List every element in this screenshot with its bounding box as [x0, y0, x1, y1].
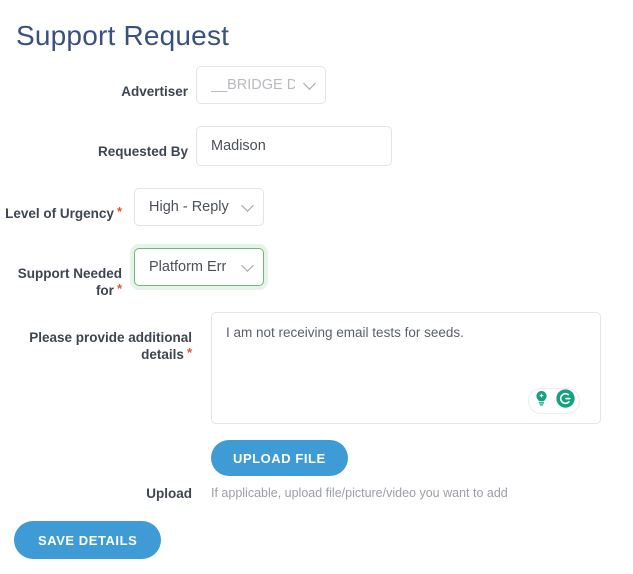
required-indicator: *	[116, 281, 122, 296]
support-needed-label: Support Needed for *	[17, 266, 122, 298]
details-textarea[interactable]: I am not receiving email tests for seeds…	[211, 312, 601, 424]
advertiser-label: Advertiser	[121, 84, 188, 99]
support-request-form: Support Request Advertiser __BRIDGE D Re…	[0, 0, 633, 574]
requested-by-control: Madison	[196, 126, 392, 166]
upload-control: UPLOAD FILE If applicable, upload file/p…	[211, 440, 601, 501]
required-indicator: *	[116, 204, 122, 219]
chevron-down-icon	[303, 77, 316, 90]
support-needed-control: Platform Err	[134, 248, 264, 286]
form-row-advertiser: Advertiser __BRIDGE D	[0, 66, 633, 104]
chevron-down-icon	[241, 259, 254, 272]
upload-label: Upload	[146, 486, 192, 501]
page-title: Support Request	[16, 20, 230, 51]
lightbulb-idea-icon[interactable]	[532, 389, 551, 413]
advertiser-select[interactable]: __BRIDGE D	[196, 66, 326, 104]
advertiser-control: __BRIDGE D	[196, 66, 326, 104]
urgency-select-value: High - Reply	[149, 199, 229, 215]
form-row-details: Please provide additional details * I am …	[0, 312, 633, 424]
form-row-support-needed: Support Needed for * Platform Err	[0, 248, 633, 299]
details-label: Please provide additional details *	[29, 330, 192, 362]
details-control: I am not receiving email tests for seeds…	[211, 312, 601, 424]
urgency-control: High - Reply	[134, 188, 264, 226]
upload-help-text: If applicable, upload file/picture/video…	[211, 486, 508, 500]
form-row-urgency: Level of Urgency * High - Reply	[0, 188, 633, 226]
details-textarea-value: I am not receiving email tests for seeds…	[226, 325, 464, 340]
form-row-upload: Upload UPLOAD FILE If applicable, upload…	[0, 440, 633, 512]
advertiser-select-value: __BRIDGE D	[211, 77, 295, 93]
required-indicator: *	[186, 345, 192, 360]
grammarly-logo-icon[interactable]	[555, 388, 576, 414]
requested-by-input[interactable]: Madison	[196, 126, 392, 166]
requested-by-label: Requested By	[97, 144, 188, 159]
urgency-label: Level of Urgency *	[5, 204, 122, 221]
save-details-button[interactable]: SAVE DETAILS	[14, 521, 162, 559]
form-row-requested-by: Requested By Madison	[0, 126, 633, 166]
grammarly-widget[interactable]	[528, 388, 580, 414]
support-needed-select[interactable]: Platform Err	[134, 248, 264, 286]
support-needed-select-value: Platform Err	[149, 259, 227, 275]
upload-file-button[interactable]: UPLOAD FILE	[211, 440, 348, 476]
urgency-select[interactable]: High - Reply	[134, 188, 264, 226]
chevron-down-icon	[241, 199, 254, 212]
